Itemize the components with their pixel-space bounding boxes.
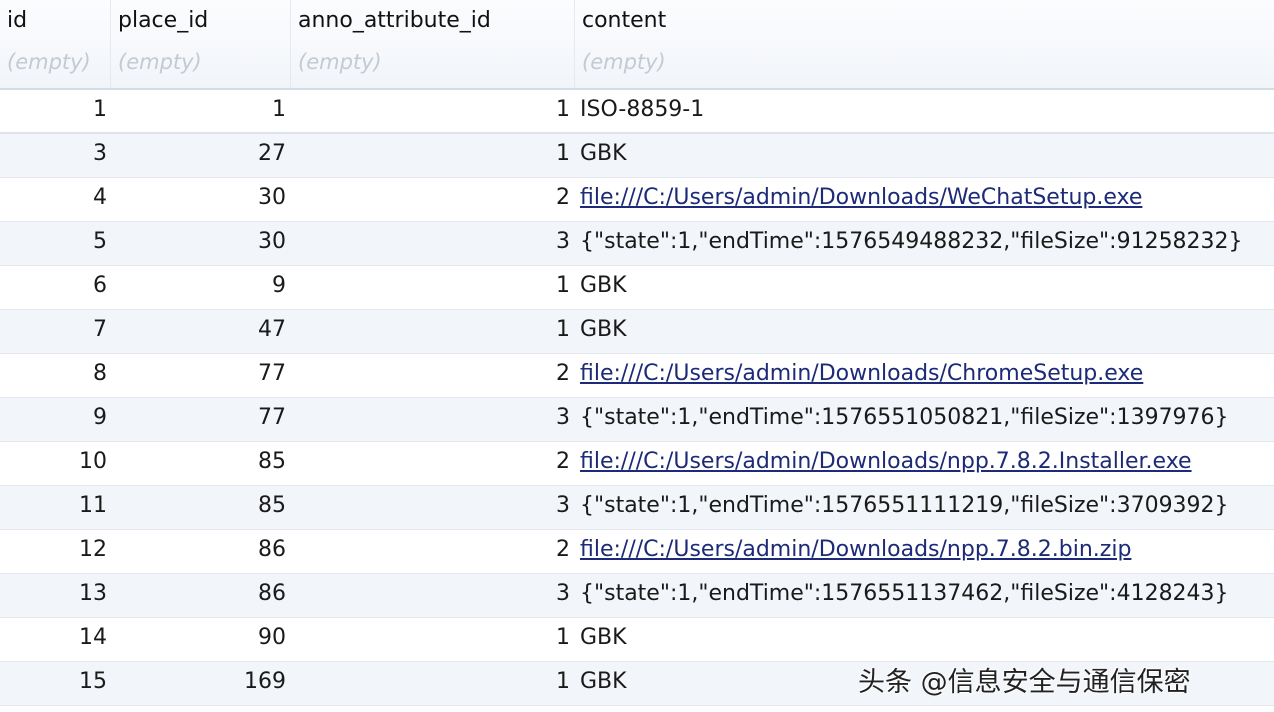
- column-name: content: [582, 8, 667, 33]
- cell-anno-attribute-id[interactable]: 2: [290, 178, 570, 222]
- cell-anno-attribute-id[interactable]: 2: [290, 530, 570, 574]
- cell-place-id[interactable]: 77: [110, 398, 286, 442]
- cell-id[interactable]: 11: [0, 486, 107, 530]
- cell-place-id[interactable]: 30: [110, 222, 286, 266]
- cell-content[interactable]: {"state":1,"endTime":1576551137462,"file…: [580, 574, 1270, 618]
- cell-anno-attribute-id[interactable]: 3: [290, 574, 570, 618]
- cell-place-id[interactable]: 85: [110, 486, 286, 530]
- cell-content[interactable]: {"state":1,"endTime":1576551050821,"file…: [580, 398, 1270, 442]
- cell-content[interactable]: ISO-8859-1: [580, 90, 1270, 134]
- cell-anno-attribute-id[interactable]: 3: [290, 486, 570, 530]
- cell-anno-attribute-id[interactable]: 3: [290, 398, 570, 442]
- table-row[interactable]: 3 27 1 GBK: [0, 134, 1274, 178]
- column-filter-anno-attribute-id[interactable]: (empty): [298, 50, 382, 74]
- cell-id[interactable]: 1: [0, 90, 107, 134]
- cell-anno-attribute-id[interactable]: 2: [290, 442, 570, 486]
- table-row[interactable]: 1 1 1 ISO-8859-1: [0, 90, 1274, 134]
- cell-content[interactable]: GBK: [580, 310, 1270, 354]
- cell-anno-attribute-id[interactable]: 2: [290, 354, 570, 398]
- table-row[interactable]: 10 85 2 file:///C:/Users/admin/Downloads/np…: [0, 442, 1274, 486]
- column-filter-id[interactable]: (empty): [7, 50, 91, 74]
- table-row[interactable]: 5 30 3 {"state":1,"endTime":1576549488232,"…: [0, 222, 1274, 266]
- cell-id[interactable]: 15: [0, 662, 107, 706]
- table-row[interactable]: 6 9 1 GBK: [0, 266, 1274, 310]
- cell-anno-attribute-id[interactable]: 1: [290, 662, 570, 706]
- column-header-place-id[interactable]: place_id (empty): [110, 0, 290, 88]
- table-row[interactable]: 9 77 3 {"state":1,"endTime":1576551050821,"…: [0, 398, 1274, 442]
- cell-id[interactable]: 6: [0, 266, 107, 310]
- cell-place-id[interactable]: 9: [110, 266, 286, 310]
- cell-content[interactable]: {"state":1,"endTime":1576549488232,"file…: [580, 222, 1270, 266]
- grid-header: id (empty) place_id (empty) anno_attribu…: [0, 0, 1274, 90]
- cell-id[interactable]: 4: [0, 178, 107, 222]
- cell-content[interactable]: GBK: [580, 618, 1270, 662]
- cell-id[interactable]: 8: [0, 354, 107, 398]
- column-header-anno-attribute-id[interactable]: anno_attribute_id (empty): [290, 0, 574, 88]
- cell-place-id[interactable]: 85: [110, 442, 286, 486]
- cell-id[interactable]: 10: [0, 442, 107, 486]
- cell-content[interactable]: file:///C:/Users/admin/Downloads/ChromeS…: [580, 354, 1270, 398]
- cell-content[interactable]: file:///C:/Users/admin/Downloads/WeChatS…: [580, 178, 1270, 222]
- cell-content[interactable]: file:///C:/Users/admin/Downloads/npp.7.8…: [580, 442, 1270, 486]
- content-link[interactable]: file:///C:/Users/admin/Downloads/npp.7.8…: [580, 537, 1131, 562]
- content-link[interactable]: file:///C:/Users/admin/Downloads/WeChatS…: [580, 185, 1142, 210]
- cell-id[interactable]: 7: [0, 310, 107, 354]
- cell-anno-attribute-id[interactable]: 1: [290, 266, 570, 310]
- column-name: anno_attribute_id: [298, 8, 491, 33]
- table-row[interactable]: 11 85 3 {"state":1,"endTime":1576551111219,…: [0, 486, 1274, 530]
- cell-place-id[interactable]: 169: [110, 662, 286, 706]
- column-filter-place-id[interactable]: (empty): [118, 50, 202, 74]
- cell-anno-attribute-id[interactable]: 1: [290, 310, 570, 354]
- column-filter-content[interactable]: (empty): [582, 50, 666, 74]
- cell-place-id[interactable]: 1: [110, 90, 286, 134]
- column-header-content[interactable]: content (empty): [574, 0, 1274, 88]
- cell-place-id[interactable]: 90: [110, 618, 286, 662]
- column-name: place_id: [118, 8, 209, 33]
- cell-place-id[interactable]: 86: [110, 574, 286, 618]
- column-name: id: [7, 8, 28, 33]
- table-row[interactable]: 4 30 2 file:///C:/Users/admin/Downloads/WeC…: [0, 178, 1274, 222]
- cell-content[interactable]: file:///C:/Users/admin/Downloads/npp.7.8…: [580, 530, 1270, 574]
- cell-place-id[interactable]: 27: [110, 134, 286, 178]
- table-row[interactable]: 14 90 1 GBK: [0, 618, 1274, 662]
- table-row[interactable]: 13 86 3 {"state":1,"endTime":1576551137462,…: [0, 574, 1274, 618]
- cell-anno-attribute-id[interactable]: 3: [290, 222, 570, 266]
- cell-anno-attribute-id[interactable]: 1: [290, 618, 570, 662]
- column-header-id[interactable]: id (empty): [0, 0, 110, 88]
- data-grid: id (empty) place_id (empty) anno_attribu…: [0, 0, 1274, 706]
- cell-id[interactable]: 12: [0, 530, 107, 574]
- cell-place-id[interactable]: 86: [110, 530, 286, 574]
- cell-id[interactable]: 9: [0, 398, 107, 442]
- content-link[interactable]: file:///C:/Users/admin/Downloads/npp.7.8…: [580, 449, 1192, 474]
- table-row[interactable]: 7 47 1 GBK: [0, 310, 1274, 354]
- cell-anno-attribute-id[interactable]: 1: [290, 90, 570, 134]
- watermark: 头条 @信息安全与通信保密: [858, 667, 1191, 698]
- cell-place-id[interactable]: 47: [110, 310, 286, 354]
- cell-id[interactable]: 3: [0, 134, 107, 178]
- cell-content[interactable]: {"state":1,"endTime":1576551111219,"file…: [580, 486, 1270, 530]
- table-row[interactable]: 12 86 2 file:///C:/Users/admin/Downloads/np…: [0, 530, 1274, 574]
- cell-anno-attribute-id[interactable]: 1: [290, 134, 570, 178]
- cell-id[interactable]: 5: [0, 222, 107, 266]
- cell-id[interactable]: 14: [0, 618, 107, 662]
- cell-id[interactable]: 13: [0, 574, 107, 618]
- grid-body: 1 1 1 ISO-8859-1 3 27 1 GBK 4 30 2 file:///C:/Users…: [0, 90, 1274, 706]
- content-link[interactable]: file:///C:/Users/admin/Downloads/ChromeS…: [580, 361, 1143, 386]
- table-row[interactable]: 8 77 2 file:///C:/Users/admin/Downloads/Chr…: [0, 354, 1274, 398]
- cell-content[interactable]: GBK: [580, 134, 1270, 178]
- cell-place-id[interactable]: 77: [110, 354, 286, 398]
- cell-place-id[interactable]: 30: [110, 178, 286, 222]
- cell-content[interactable]: GBK: [580, 266, 1270, 310]
